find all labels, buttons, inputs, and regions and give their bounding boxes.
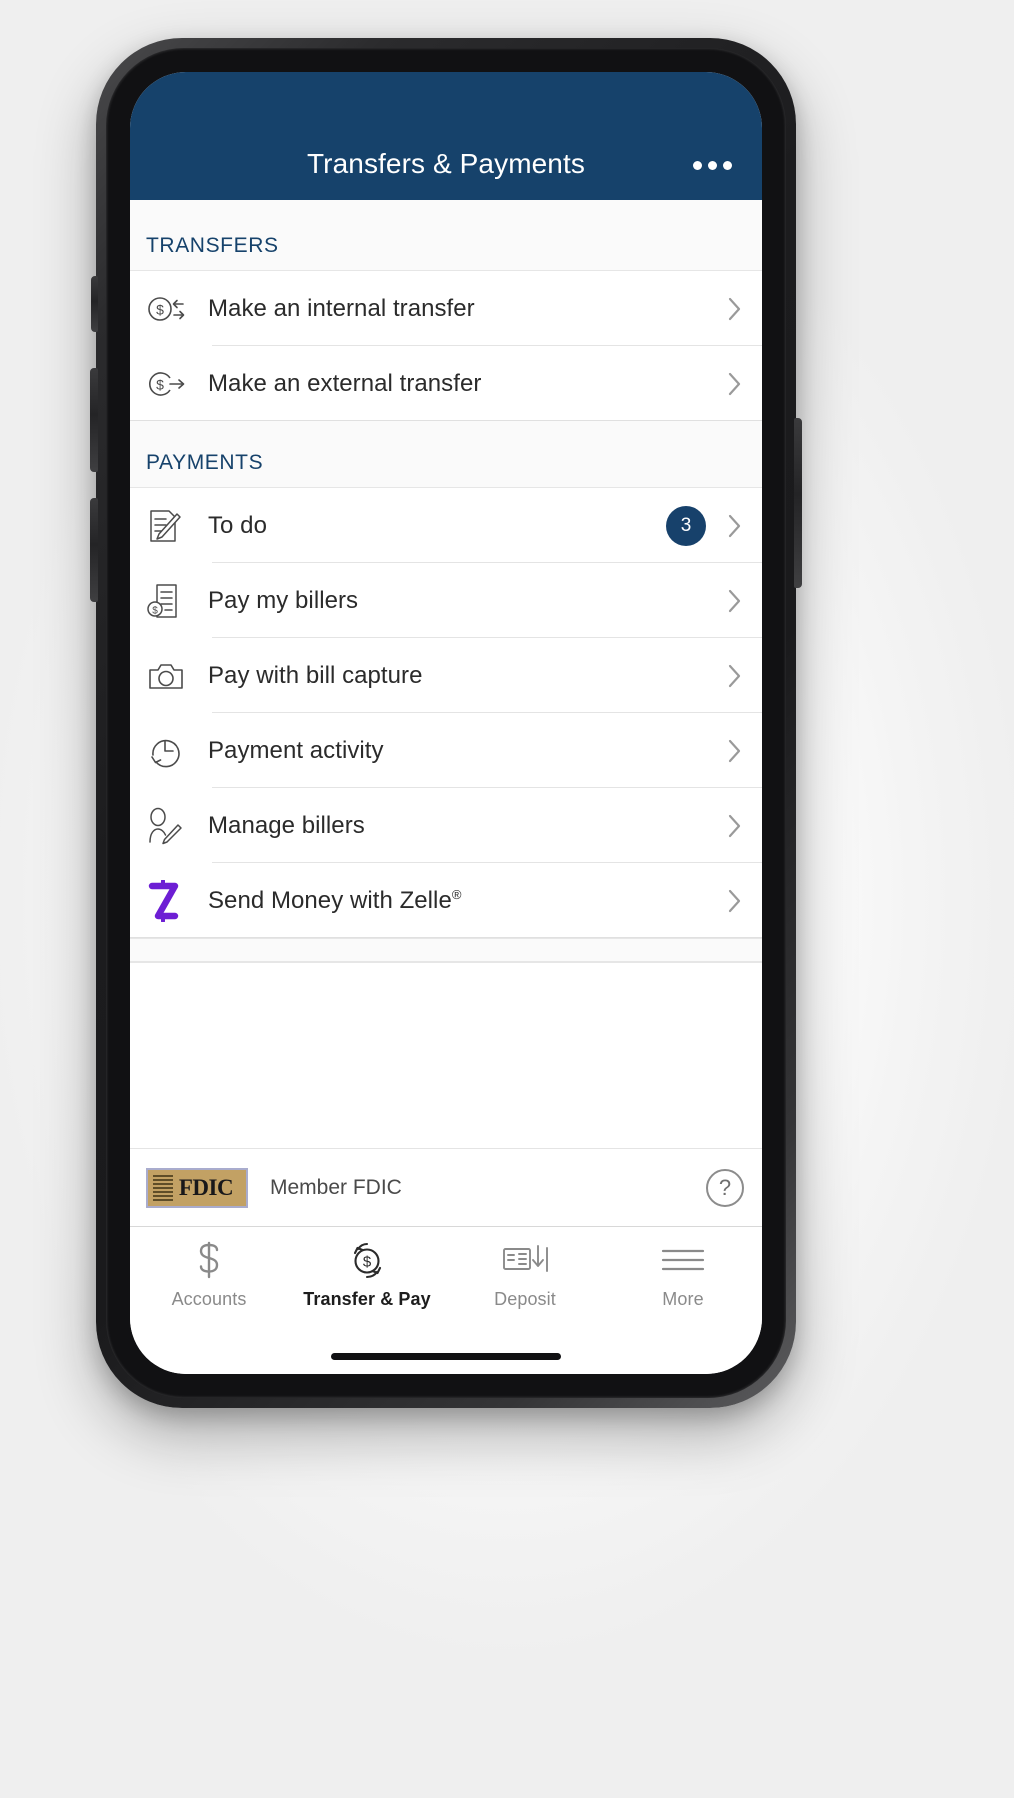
chevron-right-icon bbox=[724, 813, 746, 839]
list-item-make-external-transfer[interactable]: $ Make an external transfer bbox=[130, 346, 762, 421]
content-scroll-area[interactable]: TRANSFERS $ Make an internal transfer $ … bbox=[130, 200, 762, 1148]
list-item-label: Make an internal transfer bbox=[208, 294, 475, 322]
tab-more[interactable]: More bbox=[604, 1239, 762, 1310]
list-item-label: To do bbox=[208, 511, 267, 539]
list-item-label: Payment activity bbox=[208, 736, 384, 764]
camera-icon bbox=[146, 659, 198, 693]
list-item-label: Manage billers bbox=[208, 811, 365, 839]
fdic-logo-text: FDIC bbox=[178, 1174, 234, 1200]
svg-text:$: $ bbox=[152, 605, 158, 616]
overflow-dot-icon bbox=[723, 161, 732, 170]
svg-text:$: $ bbox=[156, 376, 164, 392]
transfer-circle-icon: $ bbox=[346, 1239, 388, 1281]
list-item-pay-my-billers[interactable]: $ Pay my billers bbox=[130, 563, 762, 638]
empty-content-area bbox=[130, 962, 762, 1148]
power-button[interactable] bbox=[794, 418, 802, 588]
help-icon[interactable]: ? bbox=[706, 1168, 744, 1207]
tab-label: Deposit bbox=[494, 1289, 556, 1309]
page-title: Transfers & Payments bbox=[307, 148, 585, 179]
mute-switch[interactable] bbox=[91, 276, 98, 332]
list-item-send-money-with-zelle[interactable]: Send Money with Zelle® bbox=[130, 863, 762, 938]
row-divider bbox=[130, 937, 762, 938]
volume-up-button[interactable] bbox=[90, 368, 98, 472]
tab-deposit[interactable]: Deposit bbox=[446, 1239, 604, 1310]
chevron-right-icon bbox=[724, 588, 746, 614]
section-header-transfers: TRANSFERS bbox=[130, 200, 762, 271]
row-divider bbox=[130, 420, 762, 421]
fdic-logo-stripes bbox=[153, 1174, 173, 1203]
dollar-sign-icon bbox=[192, 1239, 226, 1281]
member-fdic-text: Member FDIC bbox=[270, 1175, 402, 1199]
chevron-right-icon bbox=[724, 296, 746, 322]
phone-screen: Transfers & Payments TRANSFERS $ Make an… bbox=[130, 72, 762, 1374]
chevron-right-icon bbox=[724, 738, 746, 764]
chevron-right-icon bbox=[724, 371, 746, 397]
fdic-logo: FDIC bbox=[146, 1167, 248, 1208]
list-item-label: Pay with bill capture bbox=[208, 661, 423, 689]
hamburger-menu-icon bbox=[660, 1239, 706, 1281]
fdic-footer: FDIC Member FDIC ? bbox=[130, 1148, 762, 1226]
volume-down-button[interactable] bbox=[90, 498, 98, 602]
list-item-make-internal-transfer[interactable]: $ Make an internal transfer bbox=[130, 271, 762, 346]
zelle-label-text: Send Money with Zelle bbox=[208, 886, 452, 914]
tab-label: Transfer & Pay bbox=[303, 1289, 431, 1309]
home-indicator[interactable] bbox=[331, 1352, 561, 1360]
transfers-list: $ Make an internal transfer $ Make an ex… bbox=[130, 271, 762, 421]
overflow-menu-button[interactable] bbox=[687, 153, 738, 178]
person-pen-icon bbox=[146, 806, 198, 846]
zelle-z-icon bbox=[146, 879, 198, 922]
list-item-label: Make an external transfer bbox=[208, 369, 482, 397]
phone-device-frame: Transfers & Payments TRANSFERS $ Make an… bbox=[90, 38, 802, 1408]
chevron-right-icon bbox=[724, 663, 746, 689]
overflow-dot-icon bbox=[708, 161, 717, 170]
registered-trademark-symbol: ® bbox=[451, 886, 462, 902]
list-item-pay-with-bill-capture[interactable]: Pay with bill capture bbox=[130, 638, 762, 713]
bottom-tab-bar: Accounts $ Transfer & Pay Deposit More bbox=[130, 1226, 762, 1338]
invoice-dollar-icon: $ bbox=[146, 582, 198, 620]
clock-history-icon bbox=[146, 732, 198, 770]
overflow-dot-icon bbox=[693, 161, 702, 170]
chevron-right-icon bbox=[724, 888, 746, 914]
dollar-circle-exchange-icon: $ bbox=[146, 292, 198, 326]
svg-text:$: $ bbox=[363, 1254, 372, 1271]
app-header: Transfers & Payments bbox=[130, 72, 762, 200]
list-item-label: Pay my billers bbox=[208, 586, 359, 614]
page-background: Transfers & Payments TRANSFERS $ Make an… bbox=[0, 0, 1014, 1798]
svg-text:$: $ bbox=[156, 301, 164, 317]
document-pen-icon bbox=[146, 507, 198, 545]
list-item-manage-billers[interactable]: Manage billers bbox=[130, 788, 762, 863]
status-badge: 3 bbox=[666, 505, 706, 546]
list-item-to-do[interactable]: To do 3 bbox=[130, 488, 762, 563]
section-gap bbox=[130, 938, 762, 962]
tab-accounts[interactable]: Accounts bbox=[130, 1239, 288, 1310]
chevron-right-icon bbox=[724, 513, 746, 539]
list-item-payment-activity[interactable]: Payment activity bbox=[130, 713, 762, 788]
home-indicator-area bbox=[130, 1338, 762, 1374]
list-item-label: Send Money with Zelle® bbox=[198, 887, 724, 915]
tab-transfer-and-pay[interactable]: $ Transfer & Pay bbox=[288, 1239, 446, 1310]
tab-label: More bbox=[662, 1289, 704, 1309]
payments-list: To do 3 $ Pay my billers Pay with bill c… bbox=[130, 488, 762, 938]
tab-label: Accounts bbox=[171, 1289, 247, 1309]
check-deposit-icon bbox=[501, 1239, 549, 1281]
dollar-circle-arrow-right-icon: $ bbox=[146, 367, 198, 401]
section-header-payments: PAYMENTS bbox=[130, 421, 762, 488]
